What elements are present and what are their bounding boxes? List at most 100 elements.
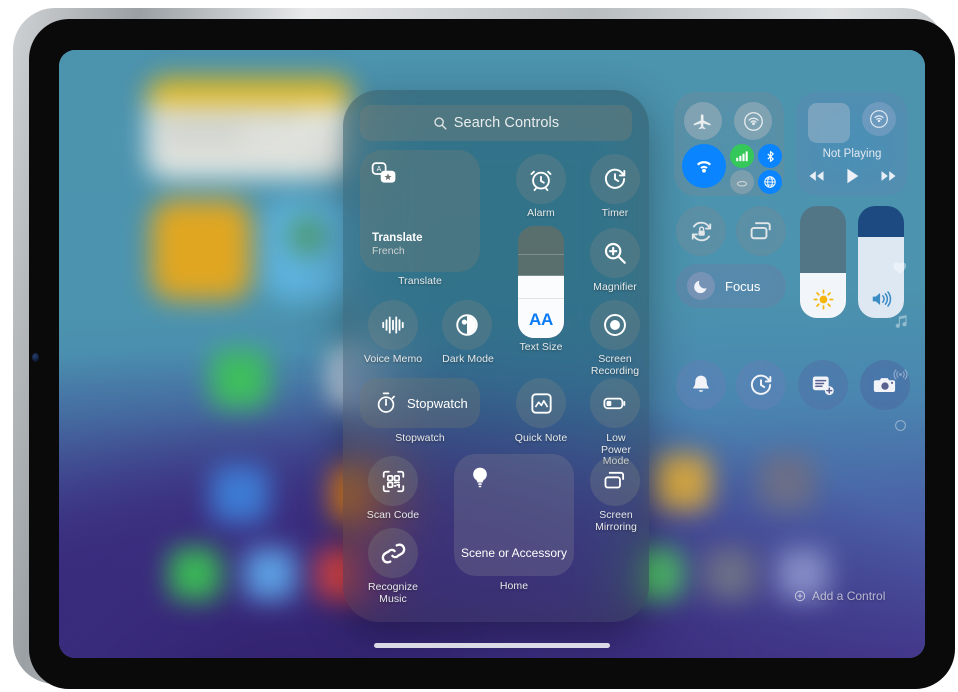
home-widget-header bbox=[147, 78, 352, 104]
airplane-mode-toggle[interactable] bbox=[684, 102, 722, 140]
rotation-lock-icon bbox=[691, 221, 711, 241]
add-a-control-label: Add a Control bbox=[812, 589, 886, 603]
home-app-icon bbox=[211, 465, 269, 523]
rotation-lock-toggle[interactable] bbox=[676, 206, 726, 256]
brightness-icon-wrap bbox=[800, 289, 846, 310]
media-title: Not Playing bbox=[822, 148, 882, 160]
cellular-toggle[interactable] bbox=[730, 144, 754, 168]
magnifier-icon bbox=[604, 242, 626, 264]
quick-note-toggle[interactable] bbox=[798, 360, 848, 410]
music-note-icon[interactable] bbox=[892, 313, 909, 330]
control-caption-quick-note: Quick Note bbox=[514, 432, 568, 444]
control-caption-voice-memo: Voice Memo bbox=[363, 353, 423, 365]
timer-toggle[interactable] bbox=[736, 360, 786, 410]
edge-icon-rail bbox=[885, 260, 915, 432]
hotspot-toggle[interactable] bbox=[730, 170, 754, 194]
home-app-icon bbox=[211, 350, 269, 408]
add-a-control-button[interactable]: Add a Control bbox=[794, 589, 885, 603]
broadcast-icon[interactable] bbox=[892, 366, 909, 383]
control-caption-text-size: Text Size bbox=[519, 341, 563, 353]
control-caption-stopwatch: Stopwatch bbox=[395, 432, 445, 444]
screen-mirroring-icon bbox=[604, 471, 625, 489]
stopwatch-tile-title: Stopwatch bbox=[407, 395, 468, 411]
silent-mode-toggle[interactable] bbox=[676, 360, 726, 410]
lightbulb-icon bbox=[473, 467, 487, 488]
control-tile-screen-recording[interactable] bbox=[590, 300, 640, 350]
control-caption-screen-recording: Screen Recording bbox=[590, 353, 640, 377]
bluetooth-toggle[interactable] bbox=[758, 144, 782, 168]
translate-tile-title: Translate bbox=[372, 232, 423, 244]
focus-button[interactable]: Focus bbox=[676, 264, 786, 308]
control-tile-translate[interactable]: A Translate French bbox=[360, 150, 480, 272]
control-tile-text-size[interactable]: AA bbox=[518, 226, 564, 338]
qr-scan-icon bbox=[382, 470, 404, 492]
quick-note-icon bbox=[530, 392, 552, 414]
hotspot-icon bbox=[736, 181, 748, 187]
control-caption-translate: Translate bbox=[398, 275, 442, 287]
control-tile-recognize-music[interactable] bbox=[368, 528, 418, 578]
control-tile-stopwatch[interactable]: Stopwatch bbox=[360, 378, 480, 428]
airdrop-icon bbox=[743, 111, 763, 131]
dock-app-icon bbox=[169, 548, 221, 600]
play-icon[interactable] bbox=[845, 168, 860, 184]
search-placeholder-text: Search Controls bbox=[453, 115, 560, 131]
screen-mirroring-icon bbox=[750, 221, 771, 239]
control-caption-home: Home bbox=[499, 580, 529, 592]
text-size-value: AA bbox=[529, 310, 553, 329]
stopwatch-icon bbox=[377, 392, 395, 413]
rewind-icon[interactable] bbox=[808, 169, 825, 183]
home-app-icon bbox=[151, 200, 251, 300]
search-icon bbox=[434, 117, 447, 130]
airplane-icon bbox=[693, 114, 711, 130]
record-icon bbox=[604, 314, 626, 336]
bluetooth-icon bbox=[766, 150, 774, 162]
control-caption-magnifier: Magnifier bbox=[593, 281, 637, 293]
control-tile-low-power-mode[interactable] bbox=[590, 378, 640, 428]
control-tile-home-scene[interactable]: Scene or Accessory bbox=[454, 454, 574, 576]
quick-note-icon bbox=[812, 376, 834, 396]
control-tile-magnifier[interactable] bbox=[590, 228, 640, 278]
front-camera-icon bbox=[32, 353, 39, 362]
control-tile-quick-note[interactable] bbox=[516, 378, 566, 428]
brightness-sun-icon bbox=[813, 289, 833, 310]
fast-forward-icon[interactable] bbox=[880, 169, 897, 183]
control-tile-screen-mirroring[interactable] bbox=[590, 456, 640, 506]
svg-text:A: A bbox=[377, 166, 382, 173]
cellular-bars-icon bbox=[736, 151, 748, 162]
focus-icon-circle bbox=[687, 272, 715, 300]
heart-icon[interactable] bbox=[892, 260, 909, 277]
controls-gallery-panel: Search Controls A Translate French Trans… bbox=[343, 90, 649, 622]
search-controls-field[interactable]: Search Controls bbox=[360, 105, 632, 141]
control-tile-voice-memo[interactable] bbox=[368, 300, 418, 350]
control-caption-screen-mirroring: Screen Mirroring bbox=[595, 509, 637, 533]
airplay-toggle[interactable] bbox=[862, 102, 896, 136]
home-widget-line bbox=[159, 114, 309, 121]
crescent-moon-icon bbox=[694, 280, 707, 294]
control-caption-recognize-music: Recognize Music bbox=[367, 581, 419, 605]
plus-circle-icon bbox=[794, 590, 806, 602]
wifi-icon bbox=[697, 161, 711, 173]
screen-mirroring-toggle[interactable] bbox=[736, 206, 786, 256]
control-tile-timer[interactable] bbox=[590, 154, 640, 204]
wifi-toggle[interactable] bbox=[682, 144, 726, 188]
shazam-icon bbox=[381, 542, 405, 564]
timer-icon bbox=[750, 374, 772, 395]
alarm-clock-icon bbox=[530, 170, 552, 192]
control-tile-scan-code[interactable] bbox=[368, 456, 418, 506]
circle-outline-icon[interactable] bbox=[894, 419, 907, 432]
globe-icon bbox=[764, 176, 776, 188]
translate-tile-subtitle: French bbox=[372, 245, 405, 257]
home-indicator[interactable] bbox=[374, 643, 610, 648]
brightness-slider[interactable] bbox=[800, 206, 846, 318]
vpn-toggle[interactable] bbox=[758, 170, 782, 194]
dark-mode-icon bbox=[456, 314, 478, 336]
control-tile-alarm[interactable] bbox=[516, 154, 566, 204]
control-caption-dark-mode: Dark Mode bbox=[442, 353, 494, 365]
control-tile-dark-mode[interactable] bbox=[442, 300, 492, 350]
home-widget-line bbox=[159, 146, 319, 153]
airdrop-toggle[interactable] bbox=[734, 102, 772, 140]
ipad-device-frame: Search Controls A Translate French Trans… bbox=[13, 8, 955, 689]
bell-icon bbox=[693, 375, 709, 392]
connectivity-module bbox=[674, 92, 784, 196]
battery-low-icon bbox=[603, 397, 626, 410]
